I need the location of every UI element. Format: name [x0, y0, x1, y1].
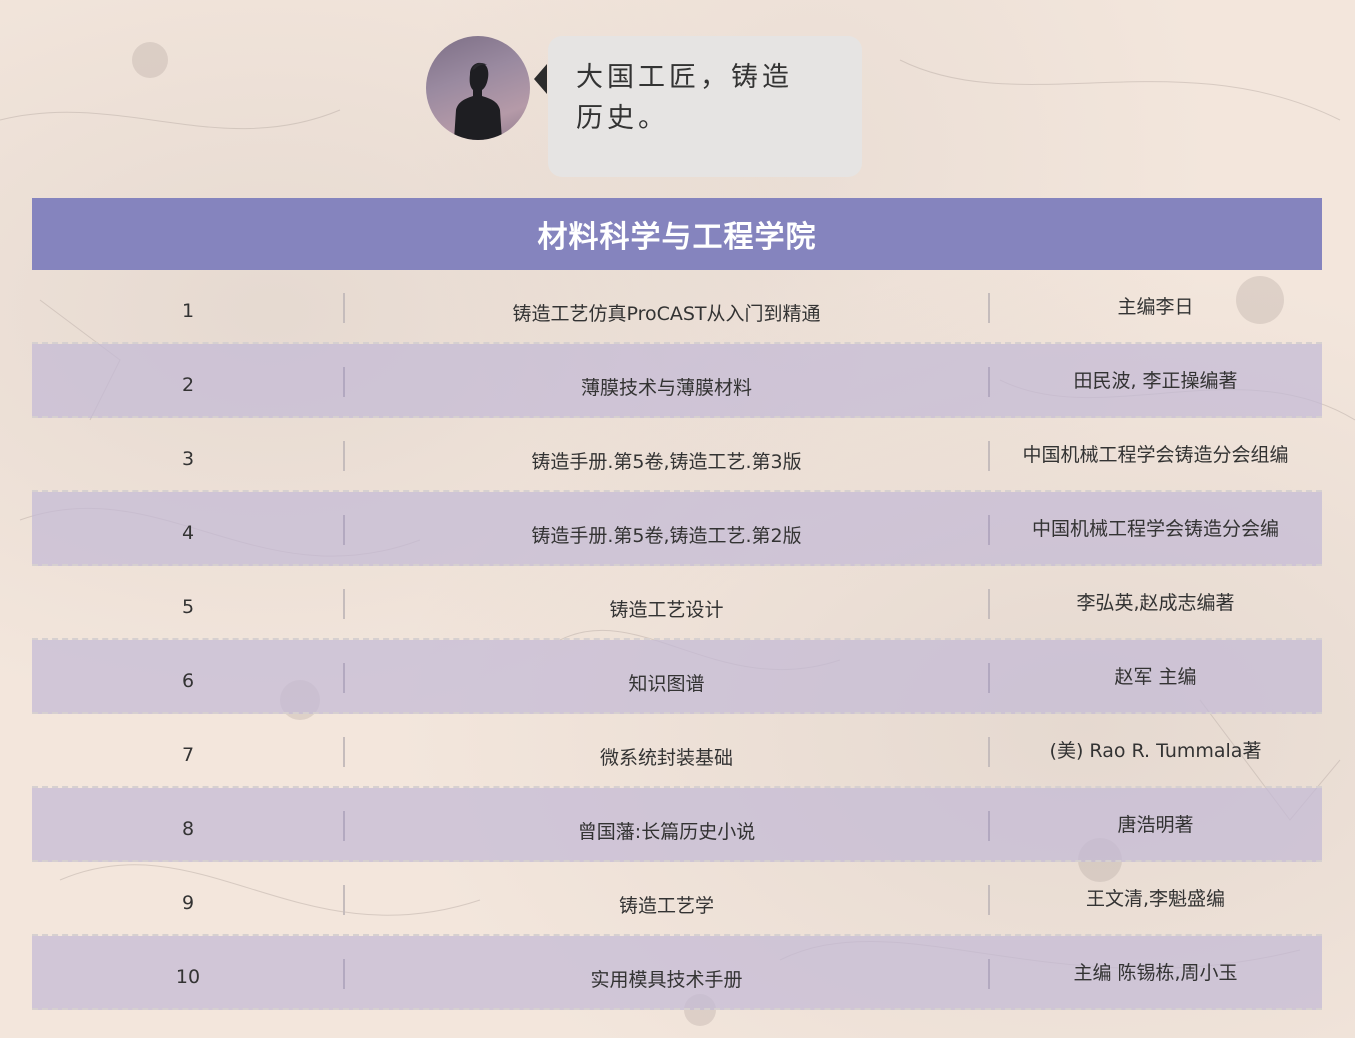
table-header: 材料科学与工程学院 — [32, 198, 1322, 270]
column-divider — [988, 367, 990, 397]
avatar — [426, 36, 530, 140]
book-title: 微系统封装基础 — [599, 746, 733, 769]
column-divider — [343, 293, 345, 323]
row-number: 7 — [181, 744, 195, 766]
book-author: 赵军 主编 — [1114, 666, 1197, 688]
column-divider — [343, 515, 345, 545]
book-author: 田民波, 李正操编著 — [1073, 370, 1238, 392]
book-author: 唐浩明著 — [1117, 814, 1194, 836]
book-author: 主编李日 — [1117, 296, 1194, 318]
table-title: 材料科学与工程学院 — [537, 220, 817, 255]
book-author: 王文清,李魁盛编 — [1085, 888, 1226, 910]
book-title: 薄膜技术与薄膜材料 — [580, 376, 752, 399]
row-number: 8 — [181, 818, 195, 840]
book-title: 铸造手册.第5卷,铸造工艺.第2版 — [531, 524, 802, 547]
table-row: 7 微系统封装基础 (美) Rao R. Tummala著 — [32, 714, 1322, 788]
table-body: 1 铸造工艺仿真ProCAST从入门到精通 主编李日 2 薄膜技术与薄膜材料 田民波, 李… — [32, 270, 1322, 1010]
column-divider — [343, 663, 345, 693]
column-divider — [988, 515, 990, 545]
bubble-arrow — [534, 64, 547, 94]
book-title: 铸造手册.第5卷,铸造工艺.第3版 — [531, 450, 802, 473]
column-divider — [343, 737, 345, 767]
person-silhouette-icon — [454, 62, 502, 140]
column-divider — [988, 737, 990, 767]
column-divider — [343, 885, 345, 915]
book-table: 材料科学与工程学院 1 铸造工艺仿真ProCAST从入门到精通 主编李日 2 薄膜技术与… — [32, 198, 1322, 1010]
book-title: 实用模具技术手册 — [590, 968, 743, 991]
column-divider — [988, 441, 990, 471]
column-divider — [343, 811, 345, 841]
row-number: 5 — [181, 596, 195, 618]
book-title: 铸造工艺仿真ProCAST从入门到精通 — [512, 302, 821, 325]
table-row: 10 实用模具技术手册 主编 陈锡栋,周小玉 — [32, 936, 1322, 1010]
table-row: 9 铸造工艺学 王文清,李魁盛编 — [32, 862, 1322, 936]
column-divider — [343, 367, 345, 397]
table-row: 6 知识图谱 赵军 主编 — [32, 640, 1322, 714]
book-author: 中国机械工程学会铸造分会编 — [1031, 518, 1279, 540]
column-divider — [988, 589, 990, 619]
table-row: 2 薄膜技术与薄膜材料 田民波, 李正操编著 — [32, 344, 1322, 418]
table-row: 5 铸造工艺设计 李弘英,赵成志编著 — [32, 566, 1322, 640]
book-title: 铸造工艺设计 — [609, 598, 724, 621]
speech-bubble: 大国工匠，铸造 历史。 — [548, 36, 862, 177]
row-number: 3 — [181, 448, 195, 470]
row-number: 6 — [181, 670, 195, 692]
row-number: 4 — [181, 522, 195, 544]
row-number: 1 — [181, 300, 195, 322]
row-number: 2 — [181, 374, 195, 396]
column-divider — [988, 663, 990, 693]
table-row: 8 曾国藩:长篇历史小说 唐浩明著 — [32, 788, 1322, 862]
book-title: 知识图谱 — [628, 672, 705, 695]
book-author: 主编 陈锡栋,周小玉 — [1073, 962, 1238, 984]
book-title: 曾国藩:长篇历史小说 — [577, 820, 756, 843]
speaker-message: 大国工匠，铸造 历史。 — [426, 36, 866, 181]
table-row: 1 铸造工艺仿真ProCAST从入门到精通 主编李日 — [32, 270, 1322, 344]
book-author: (美) Rao R. Tummala著 — [1049, 740, 1262, 762]
book-author: 李弘英,赵成志编著 — [1076, 592, 1235, 614]
column-divider — [343, 959, 345, 989]
row-number: 10 — [175, 966, 201, 988]
column-divider — [343, 441, 345, 471]
table-row: 4 铸造手册.第5卷,铸造工艺.第2版 中国机械工程学会铸造分会编 — [32, 492, 1322, 566]
column-divider — [343, 589, 345, 619]
column-divider — [988, 959, 990, 989]
column-divider — [988, 293, 990, 323]
table-row: 3 铸造手册.第5卷,铸造工艺.第3版 中国机械工程学会铸造分会组编 — [32, 418, 1322, 492]
book-author: 中国机械工程学会铸造分会组编 — [1022, 444, 1289, 466]
book-title: 铸造工艺学 — [618, 894, 714, 917]
column-divider — [988, 811, 990, 841]
row-number: 9 — [181, 892, 195, 914]
column-divider — [988, 885, 990, 915]
